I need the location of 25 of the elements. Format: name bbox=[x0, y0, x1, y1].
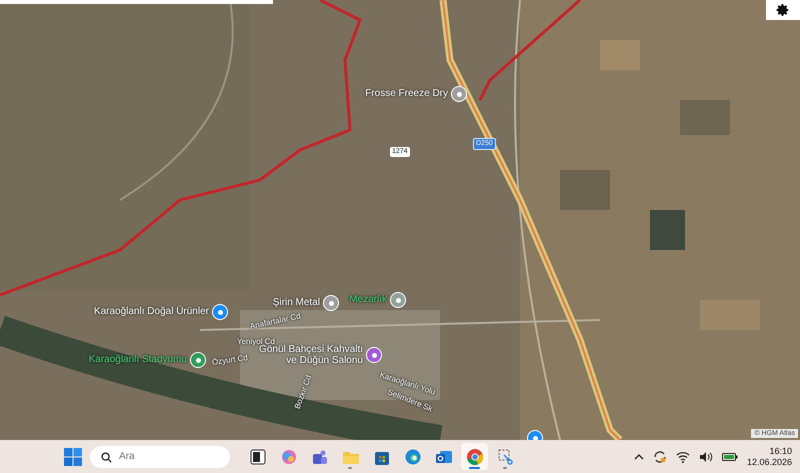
clock-button[interactable]: 16:10 12.06.2026 bbox=[746, 446, 792, 468]
windows-start-icon[interactable] bbox=[64, 448, 82, 466]
place-label[interactable]: Karaoğlanlı Stadyumu bbox=[88, 354, 187, 365]
chevron-up-icon[interactable] bbox=[634, 452, 644, 462]
settings-button[interactable] bbox=[766, 0, 800, 20]
people-icon bbox=[310, 448, 328, 466]
settings-icon bbox=[776, 3, 790, 17]
scissors-icon bbox=[496, 448, 514, 466]
street-label: Özyurt Cd bbox=[211, 353, 248, 367]
search-field[interactable]: Ara bbox=[90, 446, 230, 468]
place-label[interactable]: Karaoğlanlı Doğal Ürünler bbox=[94, 306, 209, 317]
speaker-icon[interactable] bbox=[698, 450, 713, 462]
place-label[interactable]: Frosse Freeze Dry bbox=[365, 88, 448, 99]
browser-icon bbox=[404, 448, 422, 466]
search-icon bbox=[101, 452, 112, 462]
sync-icon[interactable] bbox=[652, 450, 667, 464]
place-label[interactable]: Gönül Bahçesi Kahvaltı ve Düğün Salonu bbox=[259, 344, 363, 366]
street-label: Bozkır Cd bbox=[292, 374, 314, 410]
browser-icon bbox=[466, 448, 484, 466]
street-label: Yeniyol Cd bbox=[237, 337, 275, 346]
street-label: Anafartalar Cd bbox=[249, 311, 302, 331]
place-label[interactable]: Şirin Metal bbox=[272, 297, 320, 308]
app-icon bbox=[248, 448, 266, 466]
battery-icon[interactable] bbox=[722, 452, 738, 462]
wifi-icon[interactable] bbox=[676, 450, 690, 462]
